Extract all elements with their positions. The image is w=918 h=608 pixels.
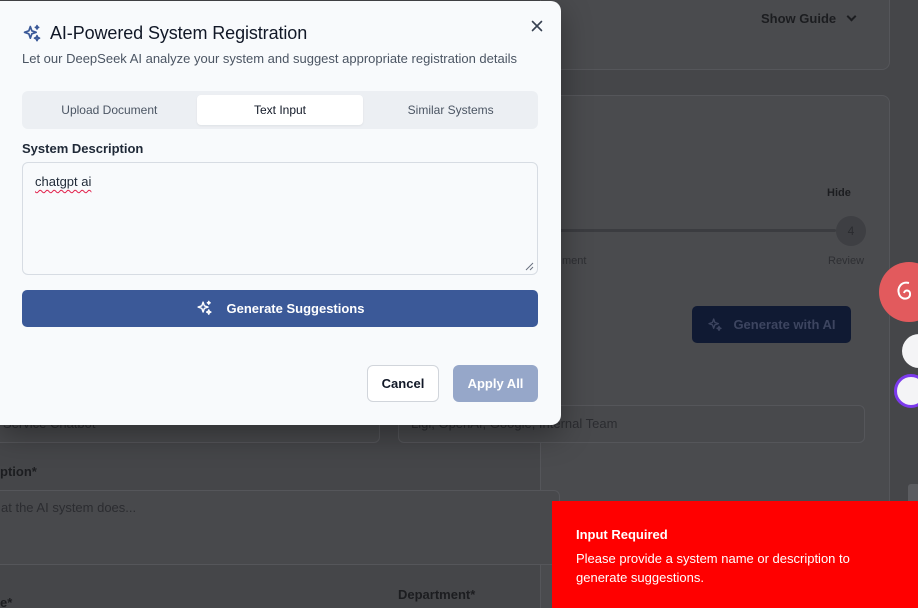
show-guide-label: Show Guide: [761, 11, 837, 26]
input-mode-tabs: Upload Document Text Input Similar Syste…: [22, 91, 538, 129]
error-toast: Input Required Please provide a system n…: [552, 501, 918, 608]
description-textarea[interactable]: at the AI system does...: [0, 490, 560, 565]
description-label: ption*: [0, 464, 37, 479]
ai-registration-modal: AI-Powered System Registration Let our D…: [0, 1, 561, 425]
sparkles-icon: [23, 24, 41, 42]
hide-stepper-button[interactable]: Hide: [827, 187, 851, 199]
apply-all-button[interactable]: Apply All: [453, 365, 538, 402]
toast-message: Please provide a system name or descript…: [576, 551, 850, 585]
system-description-label: System Description: [22, 141, 144, 156]
toast-title: Input Required: [576, 527, 668, 542]
modal-header: AI-Powered System Registration: [22, 23, 307, 44]
generate-suggestions-button[interactable]: Generate Suggestions: [22, 290, 538, 327]
stepper-step-4[interactable]: 4: [836, 216, 866, 246]
chevron-down-icon: [846, 11, 857, 22]
stepper-label-left: ment: [562, 255, 587, 267]
system-description-textarea[interactable]: chatgpt ai: [22, 162, 538, 275]
system-description-value: chatgpt ai: [35, 174, 92, 189]
tab-upload-document[interactable]: Upload Document: [26, 95, 193, 125]
generate-suggestions-label: Generate Suggestions: [226, 301, 365, 316]
generate-with-ai-label: Generate with AI: [733, 317, 836, 332]
modal-title: AI-Powered System Registration: [50, 23, 308, 43]
show-guide-button[interactable]: Show Guide: [761, 11, 857, 26]
field-label-left: e*: [0, 595, 13, 608]
sparkles-icon: [196, 300, 212, 315]
stepper-label-review: Review: [828, 255, 865, 267]
extension-icon-1[interactable]: [902, 334, 918, 368]
tab-text-input[interactable]: Text Input: [196, 95, 364, 125]
close-button[interactable]: [526, 15, 548, 37]
close-icon: [531, 20, 543, 32]
resize-handle-icon[interactable]: [525, 262, 534, 271]
stepper-track: [560, 229, 836, 232]
department-label: Department*: [398, 587, 476, 602]
tab-similar-systems[interactable]: Similar Systems: [367, 95, 534, 125]
sparkles-icon: [708, 317, 723, 331]
modal-subtitle: Let our DeepSeek AI analyze your system …: [22, 51, 518, 66]
generate-with-ai-button[interactable]: Generate with AI: [692, 306, 851, 343]
extension-icon-2[interactable]: [894, 374, 918, 408]
assistant-icon: [897, 281, 912, 300]
cancel-button[interactable]: Cancel: [367, 365, 439, 402]
